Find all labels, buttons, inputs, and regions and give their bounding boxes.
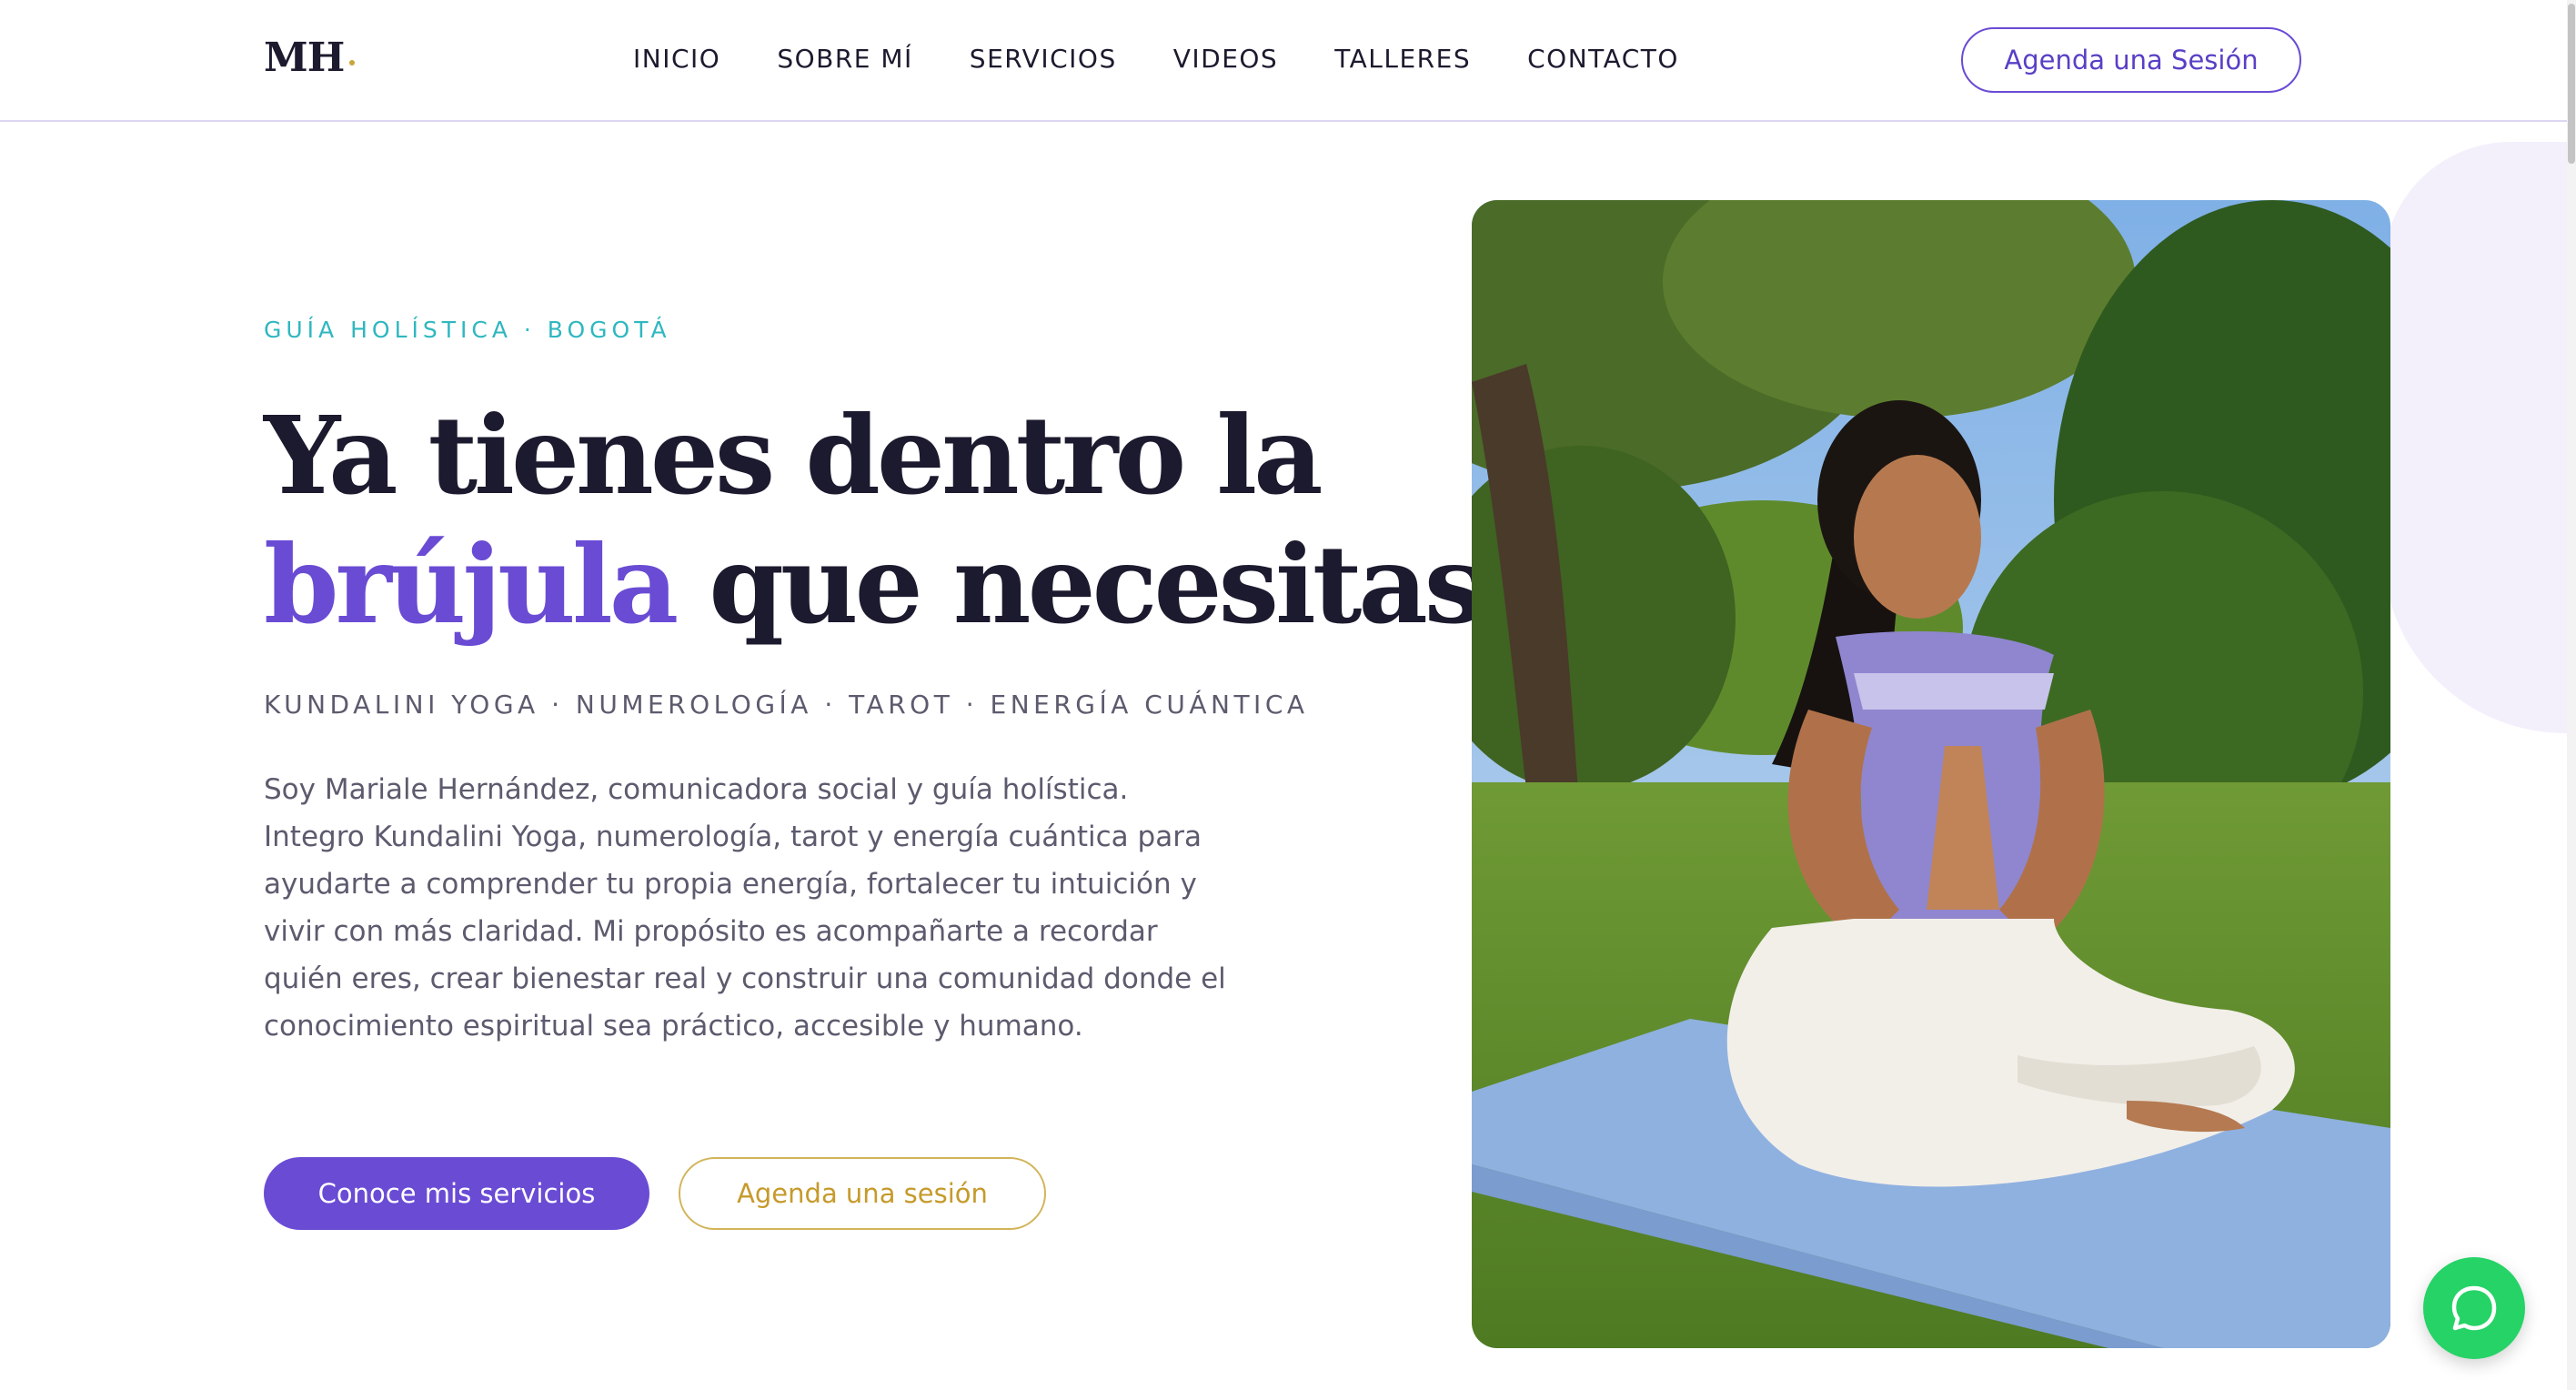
headline-line-1: Ya tienes dentro la	[264, 392, 1323, 519]
schedule-session-button[interactable]: Agenda una sesión	[679, 1157, 1046, 1230]
nav-item-contacto[interactable]: CONTACTO	[1527, 44, 1679, 74]
headline-accent: brújula	[264, 521, 679, 648]
whatsapp-icon	[2451, 1285, 2497, 1331]
hero-bio: Soy Mariale Hernández, comunicadora soci…	[264, 773, 1226, 1042]
book-session-button[interactable]: Agenda una Sesión	[1961, 27, 2301, 93]
hero-photo	[1472, 200, 2390, 1348]
page-scrollbar[interactable]	[2567, 0, 2576, 1390]
nav-item-videos[interactable]: VIDEOS	[1173, 44, 1278, 74]
headline-line-2: que necesitas.	[675, 521, 1518, 648]
nav-item-servicios[interactable]: SERVICIOS	[970, 44, 1117, 74]
hero-tags: KUNDALINI YOGA · NUMEROLOGÍA · TAROT · E…	[264, 690, 1309, 720]
main-nav: INICIO SOBRE MÍ SERVICIOS VIDEOS TALLERE…	[633, 44, 1736, 74]
hero-headline: Ya tienes dentro la brújula que necesita…	[264, 391, 1518, 650]
services-button[interactable]: Conoce mis servicios	[264, 1157, 649, 1230]
nav-item-inicio[interactable]: INICIO	[633, 44, 720, 74]
whatsapp-button[interactable]	[2423, 1257, 2525, 1359]
scrollbar-thumb[interactable]	[2568, 4, 2575, 164]
nav-item-talleres[interactable]: TALLERES	[1334, 44, 1471, 74]
logo[interactable]: MH	[264, 35, 345, 81]
nav-item-sobre-mi[interactable]: SOBRE MÍ	[777, 44, 912, 74]
hero-eyebrow: GUÍA HOLÍSTICA · BOGOTÁ	[264, 317, 671, 343]
site-header: MH INICIO SOBRE MÍ SERVICIOS VIDEOS TALL…	[0, 0, 2576, 122]
decorative-blob	[2383, 142, 2576, 733]
logo-dot	[349, 60, 355, 65]
